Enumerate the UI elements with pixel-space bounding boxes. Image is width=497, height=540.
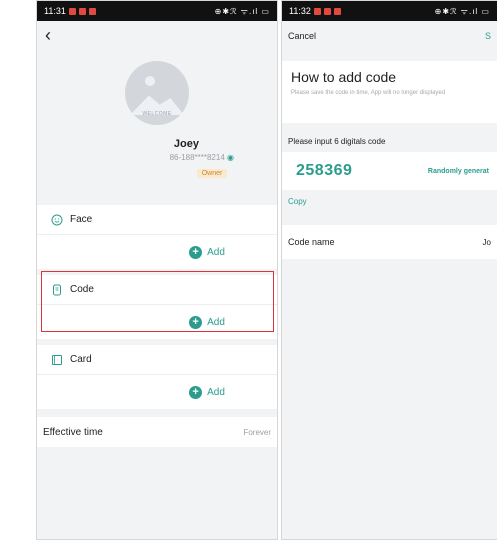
notification-icon xyxy=(78,7,86,15)
back-icon[interactable]: ‹ xyxy=(45,26,51,44)
code-name-label: Code name xyxy=(288,237,335,247)
role-badge: Owner xyxy=(196,169,228,178)
add-label: Add xyxy=(207,246,225,258)
notification-icon xyxy=(313,7,321,15)
credential-code: Code + Add xyxy=(37,275,277,339)
credential-card: Card + Add xyxy=(37,345,277,409)
save-button[interactable]: S xyxy=(485,31,491,41)
status-bar: 11:32 ⊕✱ℛ ᯤ.ıl ▭ xyxy=(282,1,497,21)
status-time: 11:32 xyxy=(289,6,311,16)
credential-header: Face xyxy=(37,205,277,235)
avatar: WELCOME xyxy=(125,61,189,125)
plus-circle-icon: + xyxy=(189,315,203,329)
instruction-text: Please save the code in time, App will n… xyxy=(291,90,446,96)
credential-label: Code xyxy=(70,284,94,295)
user-name: Joey xyxy=(173,138,199,150)
credential-header: Code xyxy=(37,275,277,305)
status-time: 11:31 xyxy=(44,6,66,16)
instruction-card: How to add code Please save the code in … xyxy=(282,61,497,123)
notification-icon xyxy=(88,7,96,15)
add-code-button[interactable]: + Add xyxy=(37,305,277,339)
avatar-sun-shape xyxy=(145,76,155,86)
credential-face: Face + Add xyxy=(37,205,277,269)
credential-header: Card xyxy=(37,345,277,375)
add-face-button[interactable]: + Add xyxy=(37,235,277,269)
code-input-row: 258369 Randomly generat xyxy=(282,152,497,190)
add-code-screen: 11:32 ⊕✱ℛ ᯤ.ıl ▭ Cancel S How to add cod… xyxy=(281,0,497,540)
page-title: How to add code xyxy=(291,69,397,85)
cancel-button[interactable]: Cancel xyxy=(288,31,316,41)
user-phone: 86-188****8214 ◉ xyxy=(37,153,277,162)
effective-time-label: Effective time xyxy=(43,426,103,438)
face-icon xyxy=(51,214,63,225)
screenshot-stage: 11:31 ⊕✱ℛ ᯤ.ıl ▭ ‹ WELCOME Joey 86-188**… xyxy=(0,0,497,540)
eye-icon[interactable]: ◉ xyxy=(227,153,234,162)
user-detail-screen: 11:31 ⊕✱ℛ ᯤ.ıl ▭ ‹ WELCOME Joey 86-188**… xyxy=(36,0,278,540)
random-generate-button[interactable]: Randomly generat xyxy=(428,168,489,175)
code-name-row[interactable]: Code name Jo xyxy=(282,225,497,259)
code-icon xyxy=(53,284,61,295)
card-icon xyxy=(52,354,62,365)
plus-circle-icon: + xyxy=(189,245,203,259)
user-profile: WELCOME Joey 86-188****8214 ◉ Owner xyxy=(37,49,277,199)
user-phone-text: 86-188****8214 xyxy=(169,153,225,162)
effective-time-value: Forever xyxy=(243,427,271,437)
nav-bar: Cancel S xyxy=(282,21,497,51)
copy-button[interactable]: Copy xyxy=(282,190,497,213)
add-card-button[interactable]: + Add xyxy=(37,375,277,409)
code-input[interactable]: 258369 xyxy=(296,162,352,180)
add-label: Add xyxy=(207,386,225,398)
credential-label: Card xyxy=(70,354,92,365)
avatar-caption: WELCOME xyxy=(142,111,172,117)
notification-icon xyxy=(323,7,331,15)
code-prompt-label: Please input 6 digitals code xyxy=(288,137,386,146)
plus-circle-icon: + xyxy=(189,385,203,399)
status-icons: ⊕✱ℛ ᯤ.ıl ▭ xyxy=(214,6,270,16)
code-name-value: Jo xyxy=(482,237,491,247)
add-label: Add xyxy=(207,316,225,328)
notification-icon xyxy=(333,7,341,15)
notification-icon xyxy=(68,7,76,15)
credential-label: Face xyxy=(70,214,93,225)
status-bar: 11:31 ⊕✱ℛ ᯤ.ıl ▭ xyxy=(37,1,277,21)
nav-bar: ‹ xyxy=(37,21,277,49)
effective-time-row[interactable]: Effective time Forever xyxy=(37,417,277,447)
status-icons: ⊕✱ℛ ᯤ.ıl ▭ xyxy=(434,6,490,16)
